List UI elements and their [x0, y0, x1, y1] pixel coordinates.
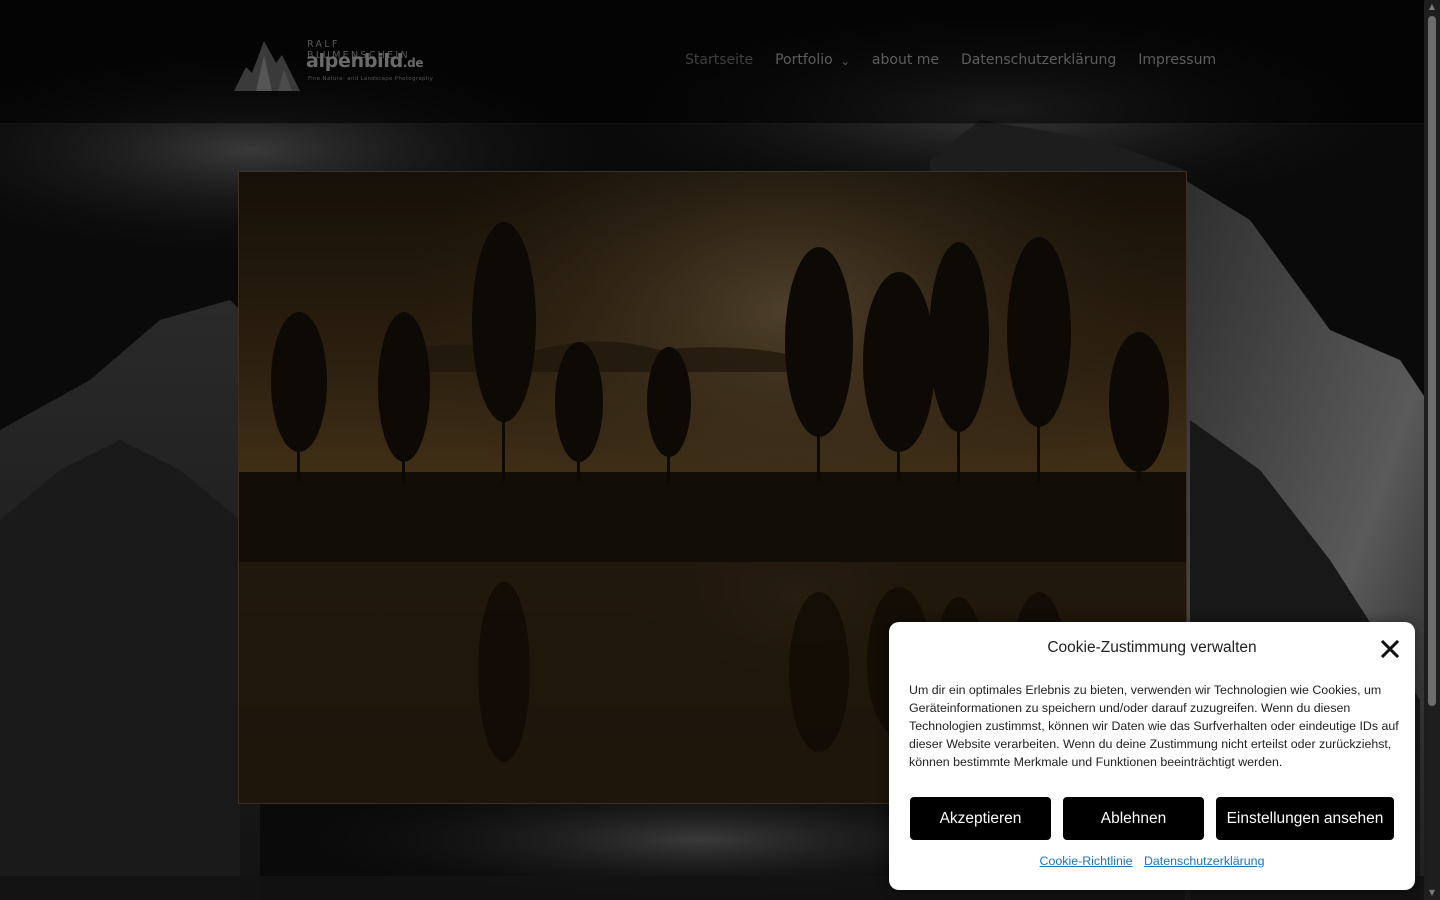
nav-item-about-me[interactable]: about me	[872, 52, 939, 68]
nav-item-portfolio[interactable]: Portfolio ⌄	[775, 52, 850, 68]
logo-tagline: Fine Nature- and Landscape Photography	[308, 76, 434, 82]
nav-item-impressum[interactable]: Impressum	[1138, 52, 1216, 68]
cookie-policy-link[interactable]: Cookie-Richtlinie	[1040, 854, 1133, 868]
cookie-dialog-title: Cookie-Zustimmung verwalten	[1047, 639, 1257, 656]
close-icon[interactable]	[1379, 638, 1401, 660]
privacy-policy-link[interactable]: Datenschutzerklärung	[1144, 854, 1265, 868]
nav-item-datenschutzerklaerung[interactable]: Datenschutzerklärung	[961, 52, 1116, 68]
mountain-logo-icon	[234, 41, 300, 91]
cookie-dialog-links: Cookie-Richtlinie Datenschutzerklärung	[889, 854, 1415, 868]
scrollbar-thumb[interactable]	[1428, 16, 1436, 706]
scroll-up-arrow-icon[interactable]: ▲	[1427, 2, 1437, 12]
logo-brand-text: alpenbild.de	[306, 50, 424, 72]
site-logo[interactable]: RALF BLUMENSCHEIN alpenbild.de Fine Natu…	[234, 35, 444, 93]
accept-button[interactable]: Akzeptieren	[910, 797, 1051, 840]
cookie-consent-dialog: Cookie-Zustimmung verwalten Um dir ein o…	[889, 622, 1415, 890]
site-header: RALF BLUMENSCHEIN alpenbild.de Fine Natu…	[0, 0, 1424, 124]
chevron-down-icon: ⌄	[840, 54, 850, 68]
page-scrollbar[interactable]: ▲ ▼	[1424, 0, 1440, 900]
main-nav: Startseite Portfolio ⌄ about me Datensch…	[685, 52, 1238, 68]
deny-button[interactable]: Ablehnen	[1063, 797, 1204, 840]
nav-item-startseite[interactable]: Startseite	[685, 52, 753, 68]
cookie-dialog-text: Um dir ein optimales Erlebnis zu bieten,…	[909, 683, 1399, 769]
scroll-down-arrow-icon[interactable]: ▼	[1427, 888, 1437, 898]
view-settings-button[interactable]: Einstellungen ansehen	[1216, 797, 1394, 840]
nav-item-portfolio-label: Portfolio	[775, 52, 833, 68]
